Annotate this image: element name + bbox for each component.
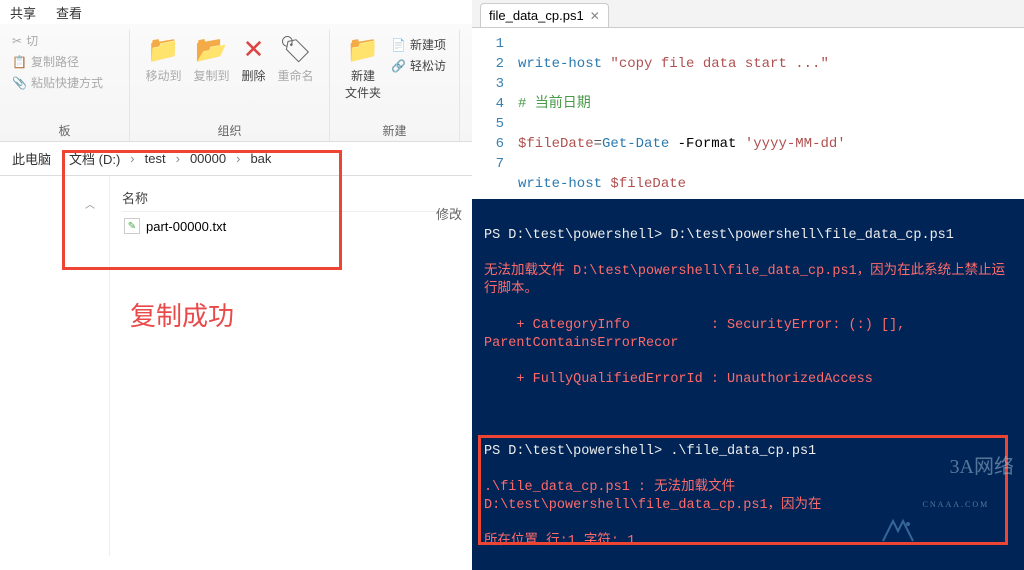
term-line: PS D:\test\powershell> D:\test\powershel… <box>484 227 1014 245</box>
clipboard-group-label: 板 <box>58 122 70 139</box>
cut-icon: ✂ <box>12 34 22 48</box>
new-folder-button[interactable]: 📁新建 文件夹 <box>339 30 387 105</box>
rename-button[interactable]: 🏷重命名 <box>272 30 320 88</box>
easy-access-button[interactable]: 🔗轻松访 <box>387 55 450 76</box>
paste-shortcut-button[interactable]: 📎粘贴快捷方式 <box>8 72 107 93</box>
copy-to-button[interactable]: 📂复制到 <box>187 30 235 88</box>
ribbon: ✂切 📋复制路径 📎粘贴快捷方式 板 📁移动到 📂复制到 ✕删除 🏷重命名 组织… <box>0 24 472 142</box>
watermark: 3A网络 CNAAA.COM <box>877 440 1014 550</box>
watermark-logo-icon <box>877 480 919 510</box>
new-group-label: 新建 <box>382 122 406 139</box>
powershell-terminal[interactable]: PS D:\test\powershell> D:\test\powershel… <box>472 199 1024 570</box>
tab-label: file_data_cp.ps1 <box>489 8 584 23</box>
line-gutter: 1234567 <box>472 28 514 199</box>
shortcut-icon: 📎 <box>12 76 27 90</box>
new-item-button[interactable]: 📄新建项 <box>387 34 450 55</box>
copyto-icon: 📂 <box>195 34 227 65</box>
code-content[interactable]: write-host "copy file data start ..." # … <box>514 28 993 199</box>
newitem-icon: 📄 <box>391 38 406 52</box>
editor-tab-bar: file_data_cp.ps1 ✕ <box>472 0 1024 28</box>
easy-icon: 🔗 <box>391 59 406 73</box>
rename-icon: 🏷 <box>279 34 312 65</box>
delete-button[interactable]: ✕删除 <box>236 30 272 88</box>
editor-pane: file_data_cp.ps1 ✕ 1234567 write-host "c… <box>472 0 1024 570</box>
editor-tab[interactable]: file_data_cp.ps1 ✕ <box>480 3 609 27</box>
close-icon[interactable]: ✕ <box>590 9 600 23</box>
annotation-success: 复制成功 <box>130 296 234 333</box>
moveto-icon: 📁 <box>147 34 179 65</box>
menu-share[interactable]: 共享 <box>10 3 36 22</box>
term-line <box>484 407 1014 425</box>
term-error: + FullyQualifiedErrorId : UnauthorizedAc… <box>484 371 1014 389</box>
menu-view[interactable]: 查看 <box>56 3 82 22</box>
copy-path-button[interactable]: 📋复制路径 <box>8 51 83 72</box>
cut-button[interactable]: ✂切 <box>8 30 42 51</box>
bc-root[interactable]: 此电脑 <box>8 147 55 170</box>
code-editor[interactable]: 1234567 write-host "copy file data start… <box>472 28 1024 199</box>
delete-icon: ✕ <box>243 34 265 65</box>
highlight-box-files <box>62 150 342 270</box>
file-explorer: 共享 查看 ✂切 📋复制路径 📎粘贴快捷方式 板 📁移动到 📂复制到 ✕删除 🏷… <box>0 0 472 570</box>
menu-bar: 共享 查看 <box>0 0 472 24</box>
term-error: 无法加载文件 D:\test\powershell\file_data_cp.p… <box>484 263 1014 299</box>
modified-column-header[interactable]: 修改 <box>436 204 462 223</box>
folder-icon: 📁 <box>347 34 379 65</box>
path-icon: 📋 <box>12 55 27 69</box>
term-error: + CategoryInfo : SecurityError: (:) [], … <box>484 317 1014 353</box>
organize-group-label: 组织 <box>217 122 241 139</box>
move-to-button[interactable]: 📁移动到 <box>139 30 187 88</box>
